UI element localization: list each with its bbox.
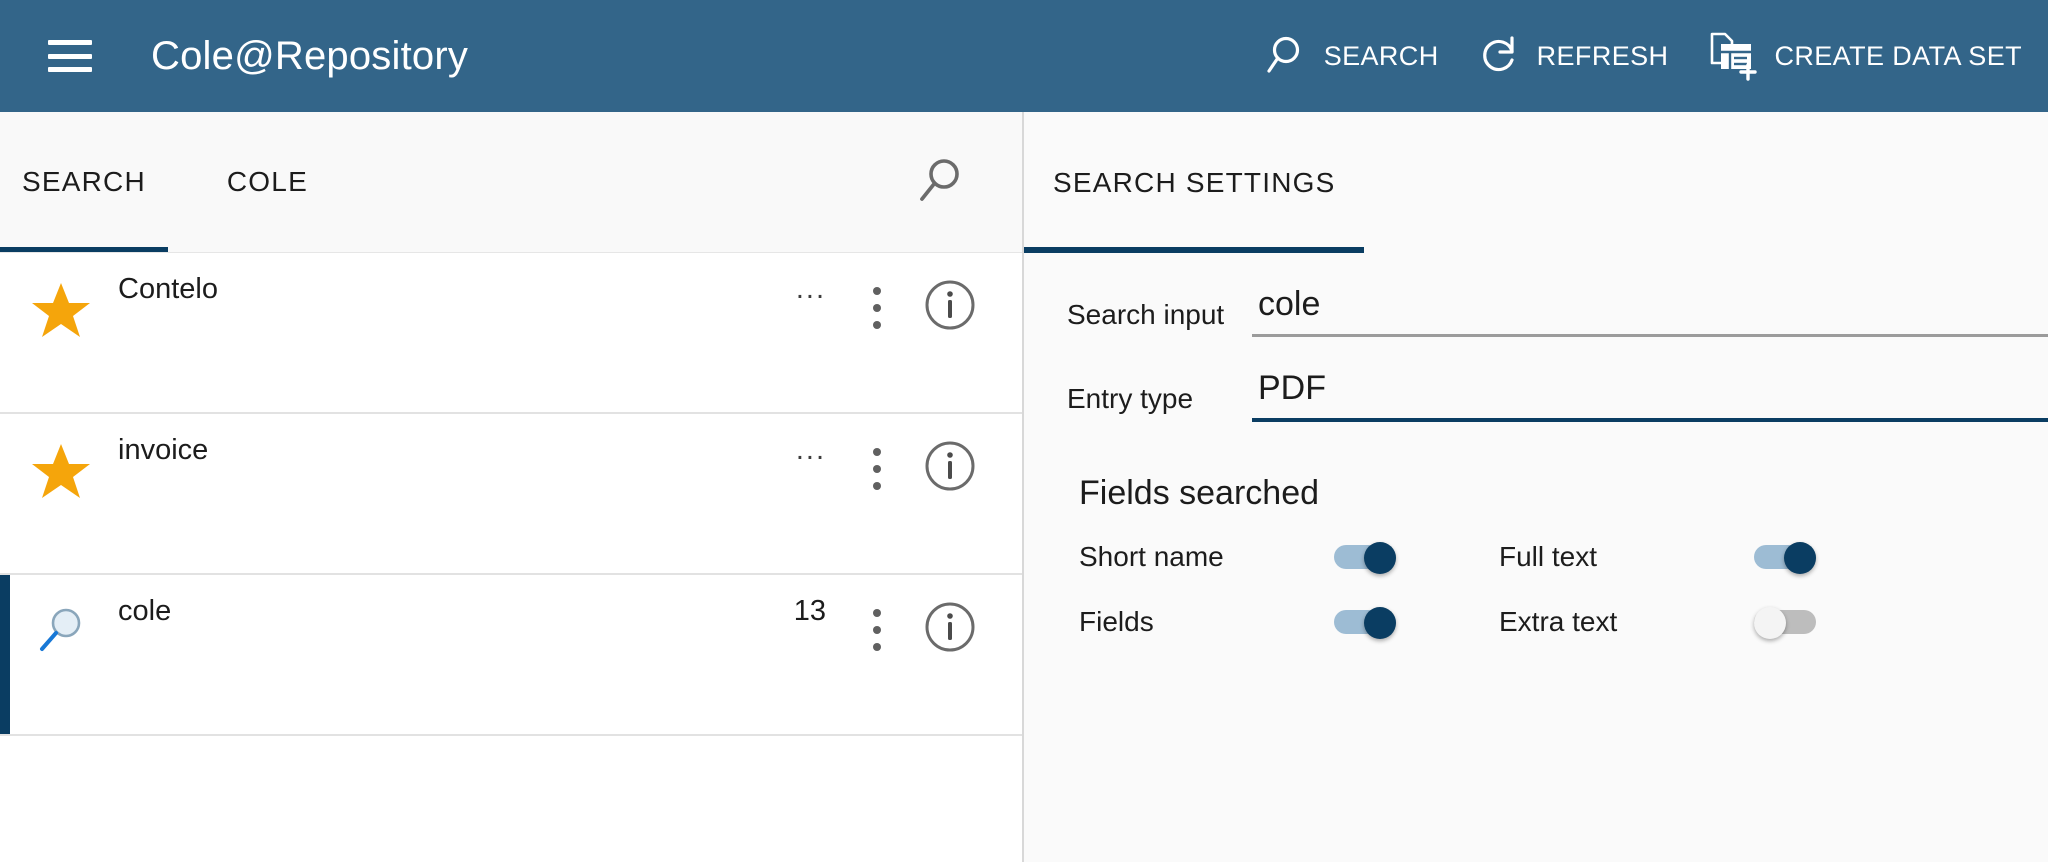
app-root: Cole@Repository SEARCH REFRESH CREATE DA… — [0, 0, 2048, 862]
page-title: Cole@Repository — [151, 33, 469, 78]
create-data-set-button[interactable]: CREATE DATA SET — [1708, 31, 2022, 81]
toggle-full-text[interactable]: Full text — [1499, 529, 2048, 584]
toggle-extra-text-label: Extra text — [1499, 605, 1618, 637]
tab-cole-label: COLE — [226, 166, 308, 197]
left-panel-tabbar: SEARCH COLE — [0, 112, 1022, 253]
right-panel: SEARCH SETTINGS Search input cole Entry … — [1023, 112, 2048, 862]
refresh-button[interactable]: REFRESH — [1479, 33, 1669, 79]
toggle-extra-text[interactable]: Extra text — [1499, 594, 2048, 649]
row-menu-icon[interactable] — [860, 609, 894, 651]
row-label: invoice — [118, 434, 209, 466]
info-icon[interactable] — [924, 440, 976, 492]
search-input-label: Search input — [1067, 299, 1225, 330]
search-input[interactable]: cole — [1252, 285, 2048, 337]
row-label: cole — [118, 595, 172, 627]
hamburger-menu-icon[interactable] — [48, 40, 92, 72]
row-label: Contelo — [118, 273, 218, 305]
row-trailing-value: 13 — [793, 595, 826, 627]
create-data-set-icon — [1708, 31, 1762, 81]
search-result-list: Contelo ... invoice ... cole 13 — [0, 253, 1022, 862]
toggle-fields[interactable]: Fields — [1079, 594, 1499, 649]
main-body: SEARCH COLE Contelo ... invoice ... cole… — [0, 112, 2048, 862]
entry-type-input[interactable]: PDF — [1252, 369, 2048, 422]
app-header: Cole@Repository SEARCH REFRESH CREATE DA… — [0, 0, 2048, 112]
entry-type-control: PDF — [1252, 369, 2048, 422]
search-input-control: cole — [1252, 285, 2048, 337]
refresh-icon — [1479, 33, 1525, 79]
tab-search-settings[interactable]: SEARCH SETTINGS — [1023, 112, 1366, 253]
create-data-set-label: CREATE DATA SET — [1774, 40, 2022, 71]
star-icon[interactable] — [30, 281, 92, 341]
search-icon — [1266, 33, 1312, 79]
info-icon[interactable] — [924, 279, 976, 331]
search-settings-form: Search input cole Entry type PDF Fields … — [1024, 253, 2048, 862]
fields-searched-header: Fields searched — [1024, 474, 2048, 513]
toggle-fields-label: Fields — [1079, 605, 1154, 637]
star-icon[interactable] — [30, 442, 92, 502]
tab-cole[interactable]: COLE — [227, 112, 308, 252]
table-row[interactable]: invoice ... — [0, 414, 1022, 575]
refresh-button-label: REFRESH — [1536, 40, 1669, 71]
row-menu-icon[interactable] — [860, 287, 894, 329]
table-row[interactable]: Contelo ... — [0, 253, 1022, 414]
entry-type-row: Entry type PDF — [1024, 369, 2048, 422]
fields-searched-title: Fields searched — [1079, 474, 1320, 512]
left-panel: SEARCH COLE Contelo ... invoice ... cole… — [0, 112, 1024, 862]
search-button[interactable]: SEARCH — [1266, 33, 1439, 79]
toggle-full-text-label: Full text — [1499, 540, 1598, 572]
toggle-short-name-switch[interactable] — [1334, 541, 1396, 574]
settings-button-row: ADD SEARCH FILTER REFRESH SEARCH — [1024, 675, 2048, 778]
tab-search-settings-label: SEARCH SETTINGS — [1053, 166, 1336, 198]
info-icon[interactable] — [924, 601, 976, 653]
toggle-short-name[interactable]: Short name — [1079, 529, 1499, 584]
row-trailing-value: ... — [795, 434, 826, 466]
fields-searched-toggles: Short name Full text Fields Extra text — [1024, 529, 2048, 649]
panel-search-icon[interactable] — [912, 154, 968, 210]
toggle-full-text-switch[interactable] — [1754, 541, 1816, 574]
tab-search-label: SEARCH — [22, 166, 146, 197]
toggle-extra-text-switch[interactable] — [1754, 606, 1816, 639]
toggle-fields-switch[interactable] — [1334, 606, 1396, 639]
tab-search[interactable]: SEARCH — [0, 112, 168, 252]
toggle-short-name-label: Short name — [1079, 540, 1224, 572]
table-row[interactable]: cole 13 — [0, 575, 1022, 736]
search-input-row: Search input cole — [1024, 285, 2048, 337]
magnifier-icon[interactable] — [30, 603, 92, 661]
row-trailing-value: ... — [795, 273, 826, 305]
row-menu-icon[interactable] — [860, 448, 894, 490]
search-button-label: SEARCH — [1323, 40, 1439, 71]
right-panel-tabbar: SEARCH SETTINGS — [1023, 112, 2048, 253]
header-actions: SEARCH REFRESH CREATE DATA SET — [1266, 31, 2022, 81]
entry-type-label: Entry type — [1067, 383, 1194, 414]
